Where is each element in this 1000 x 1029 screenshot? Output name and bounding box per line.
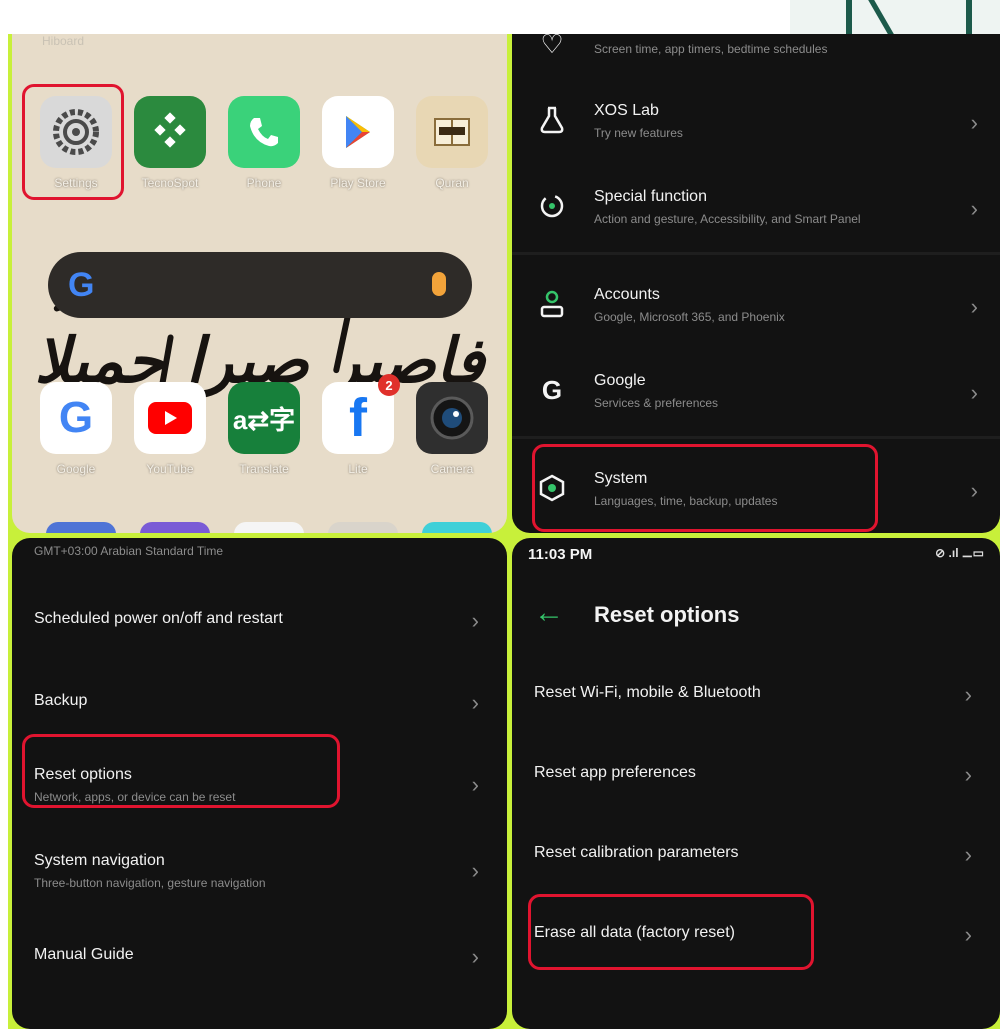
- system-row-system-navigation[interactable]: System navigation Three-button navigatio…: [12, 840, 507, 900]
- settings-row-digital-wellbeing[interactable]: ♡ Screen time, app timers, bedtime sched…: [512, 34, 1000, 74]
- chevron-right-icon: ›: [970, 196, 978, 221]
- chevron-right-icon: ›: [970, 294, 978, 319]
- app-quran[interactable]: Quran: [412, 96, 492, 190]
- reset-row-calibration[interactable]: Reset calibration parameters ›: [512, 832, 1000, 876]
- chevron-right-icon: ›: [964, 762, 972, 787]
- app-camera[interactable]: Camera: [412, 382, 492, 476]
- app-label: Lite: [348, 462, 368, 476]
- system-row-backup[interactable]: Backup ›: [12, 680, 507, 724]
- quran-app-icon: [416, 96, 488, 168]
- google-logo: G: [68, 266, 95, 304]
- chevron-right-icon: ›: [964, 682, 972, 707]
- notification-badge: 2: [378, 374, 400, 396]
- app-label: Settings: [54, 176, 98, 190]
- chevron-right-icon: ›: [964, 922, 972, 947]
- settings-row-google[interactable]: G Google Services & preferences ›: [512, 366, 1000, 436]
- corner-logo-decoration: [790, 0, 1000, 36]
- settings-row-xos-lab[interactable]: XOS Lab Try new features ›: [512, 96, 1000, 166]
- chevron-right-icon: ›: [471, 608, 479, 633]
- app-tecnospot[interactable]: TecnoSpot: [130, 96, 210, 190]
- pattern-app-icon: [134, 96, 206, 168]
- play-store-icon: [322, 96, 394, 168]
- flask-icon: [536, 104, 568, 136]
- dock-app-hint: [234, 522, 304, 533]
- status-icons: ⊘ .ıl ⚊▭: [935, 546, 984, 560]
- app-translate[interactable]: a⇄字 Translate: [224, 382, 304, 476]
- system-row-manual-guide[interactable]: Manual Guide ›: [12, 934, 507, 978]
- section-divider: [512, 252, 1000, 255]
- chevron-right-icon: ›: [471, 858, 479, 883]
- app-label: Phone: [246, 176, 282, 190]
- app-label: Translate: [239, 462, 289, 476]
- heart-icon: ♡: [540, 34, 564, 59]
- chevron-right-icon: ›: [970, 380, 978, 405]
- hiboard-label: Hiboard: [42, 34, 85, 48]
- system-panel: GMT+03:00 Arabian Standard Time Schedule…: [12, 538, 507, 1029]
- app-label: TecnoSpot: [141, 176, 199, 190]
- settings-row-special-function[interactable]: Special function Action and gesture, Acc…: [512, 182, 1000, 252]
- dock-app-hint: [422, 522, 492, 533]
- system-row-reset-options[interactable]: Reset options Network, apps, or device c…: [12, 754, 507, 814]
- section-divider: [512, 436, 1000, 439]
- phone-icon: [228, 96, 300, 168]
- google-g-icon: G: [541, 374, 563, 405]
- app-label: Camera: [430, 462, 474, 476]
- chevron-right-icon: ›: [471, 690, 479, 715]
- gesture-icon: [536, 190, 568, 222]
- status-bar: 11:03 PM ⊘ .ıl ⚊▭: [528, 546, 984, 568]
- chevron-right-icon: ›: [970, 110, 978, 135]
- chevron-right-icon: ›: [964, 842, 972, 867]
- app-settings[interactable]: Settings: [36, 96, 116, 190]
- google-search-bar[interactable]: G: [48, 252, 472, 318]
- reset-row-wifi[interactable]: Reset Wi-Fi, mobile & Bluetooth ›: [512, 672, 1000, 716]
- chevron-right-icon: ›: [970, 478, 978, 503]
- back-arrow-icon[interactable]: ←: [534, 598, 564, 628]
- app-facebook-lite[interactable]: f 2 Lite: [318, 374, 400, 476]
- camera-icon: [416, 382, 488, 454]
- app-google[interactable]: G Google: [36, 382, 116, 476]
- account-icon: [536, 288, 568, 320]
- app-label: Google: [56, 462, 96, 476]
- app-play-store[interactable]: Play Store: [318, 96, 398, 190]
- dock-app-hint: [328, 522, 398, 533]
- status-time: 11:03 PM: [528, 546, 593, 563]
- settings-row-accounts[interactable]: Accounts Google, Microsoft 365, and Phoe…: [512, 280, 1000, 350]
- youtube-icon: [134, 382, 206, 454]
- chevron-right-icon: ›: [471, 944, 479, 969]
- settings-gear-icon: [40, 96, 112, 168]
- reset-options-panel: 11:03 PM ⊘ .ıl ⚊▭ ← Reset options Reset …: [512, 538, 1000, 1029]
- system-row-timezone[interactable]: GMT+03:00 Arabian Standard Time: [12, 538, 507, 566]
- facebook-icon: f 2: [322, 374, 400, 454]
- mic-icon[interactable]: [432, 272, 446, 296]
- home-screen-panel: Hiboard فاصبر صبرا جميلا Settings TecnoS…: [12, 34, 507, 533]
- dock-app-hint: [46, 522, 116, 533]
- settings-panel: ♡ Screen time, app timers, bedtime sched…: [512, 34, 1000, 533]
- app-label: YouTube: [146, 462, 194, 476]
- app-youtube[interactable]: YouTube: [130, 382, 210, 476]
- app-label: Quran: [435, 176, 469, 190]
- app-label: Play Store: [330, 176, 386, 190]
- translate-icon: a⇄字: [228, 382, 300, 454]
- chevron-right-icon: ›: [471, 772, 479, 797]
- system-row-scheduled-power[interactable]: Scheduled power on/off and restart ›: [12, 598, 507, 642]
- settings-row-system[interactable]: System Languages, time, backup, updates …: [512, 464, 1000, 533]
- page-title: Reset options: [594, 602, 740, 627]
- google-icon: G: [40, 382, 112, 454]
- app-phone[interactable]: Phone: [224, 96, 304, 190]
- reset-row-app-preferences[interactable]: Reset app preferences ›: [512, 752, 1000, 796]
- system-hex-icon: [536, 472, 568, 504]
- dock-app-hint: [140, 522, 210, 533]
- reset-row-factory-reset[interactable]: Erase all data (factory reset) ›: [512, 912, 1000, 956]
